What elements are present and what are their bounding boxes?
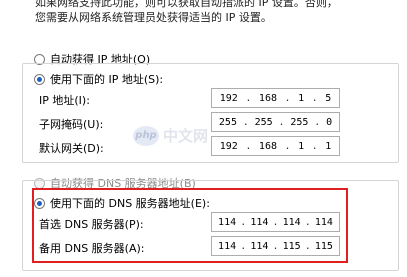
ip-address-field[interactable]: 192. 168. 1. 5: [211, 88, 340, 108]
subnet-mask-field[interactable]: 255. 255. 255. 0: [211, 112, 340, 132]
intro-line-1: 如果网络支持此功能，则可以获取自动指派的 IP 设置。否则，: [35, 0, 338, 9]
ip-octet-1: 192: [219, 92, 238, 104]
watermark-text: 中文网: [163, 127, 209, 145]
intro-line-2: 您需要从网络系统管理员处获得适当的 IP 设置。: [35, 11, 272, 24]
default-gateway-field[interactable]: 192. 168. 1. 1: [211, 136, 340, 156]
gateway-octet-3: 1: [298, 140, 305, 152]
radio-circle-checked: [34, 73, 45, 85]
mask-octet-4: 0: [326, 116, 333, 128]
ip-address-label: IP 地址(I):: [39, 94, 90, 107]
subnet-mask-label: 子网掩码(U):: [39, 118, 104, 131]
ip-octet-3: 1: [298, 92, 305, 104]
watermark: php 中文网: [133, 125, 208, 146]
mask-octet-1: 255: [218, 116, 237, 128]
highlight-box: [32, 188, 348, 263]
gateway-octet-1: 192: [219, 140, 238, 152]
ip-octet-2: 168: [258, 92, 277, 104]
default-gateway-label: 默认网关(D):: [39, 142, 104, 155]
gateway-octet-2: 168: [258, 140, 277, 152]
ip-octet-4: 5: [325, 92, 332, 104]
mask-octet-2: 255: [254, 116, 273, 128]
gateway-octet-4: 1: [325, 140, 332, 152]
watermark-logo: php: [133, 125, 159, 146]
manual-ip-radio[interactable]: 使用下面的 IP 地址(S):: [34, 71, 167, 87]
manual-ip-label: 使用下面的 IP 地址(S):: [50, 73, 164, 86]
mask-octet-3: 255: [290, 116, 309, 128]
intro-text: 如果网络支持此功能，则可以获取自动指派的 IP 设置。否则， 您需要从网络系统管…: [35, 0, 338, 25]
